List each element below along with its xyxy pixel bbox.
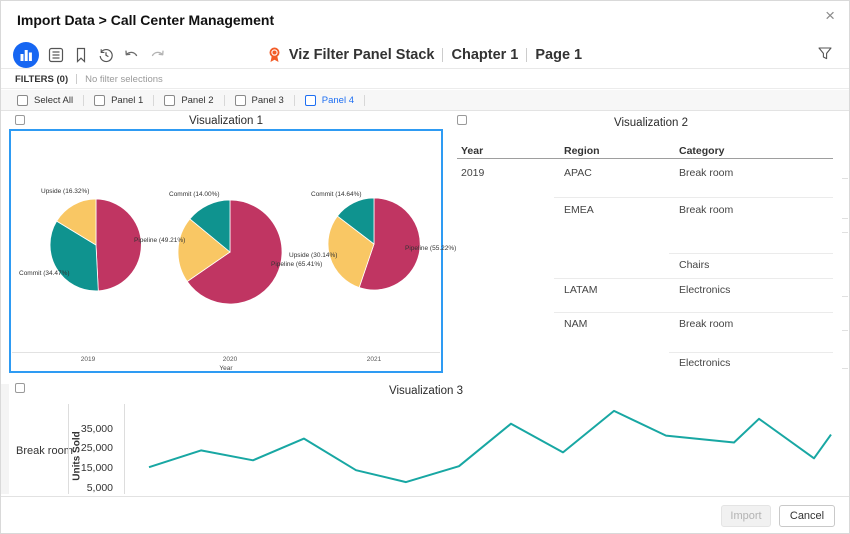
table-row-separator [669,352,833,353]
viz3-y-tick-label: 35,000 [59,423,113,435]
checkbox-icon[interactable] [164,95,175,106]
chapter-crumb[interactable]: Chapter 1 [451,47,518,63]
viz1-x-tick-label: 2021 [349,356,399,363]
table-cell[interactable]: Chairs [679,259,709,271]
filters-separator [76,74,77,84]
panel-checkbox-panel-1[interactable]: Panel 1 [94,95,143,106]
panel-checkbox-panel-2[interactable]: Panel 2 [164,95,213,106]
table-cell[interactable]: Break room [679,167,733,179]
panel-separator [153,95,154,106]
dialog-header: Import Data > Call Center Management × [1,1,849,41]
table-row-separator [554,197,833,198]
panel-separator [83,95,84,106]
panel-checkbox-panel-3[interactable]: Panel 3 [235,95,284,106]
table-cell[interactable]: NAM [564,318,587,330]
page-crumb[interactable]: Page 1 [535,47,582,63]
panel-separator [364,95,365,106]
viz3-line-panel[interactable]: Break room Units Sold 35,00025,00015,000… [1,401,850,494]
pie-slice-label: Upside (16.32%) [41,188,89,195]
table-right-tick [842,368,848,369]
pie-slice-label: Upside (30.14%) [289,252,337,259]
checkbox-icon[interactable] [94,95,105,106]
viz1-pie-panel[interactable]: Year Upside (16.32%) Pipeline (49.21%) Com… [9,129,443,373]
table-header-region: Region [564,145,600,157]
panel-selector-bar: Select All Panel 1 Panel 2 Panel 3 Panel 4 [1,90,849,111]
pie-slice-label: Pipeline (55.22%) [405,245,456,252]
viz3-y-tick-label: 15,000 [59,462,113,474]
title-separator [526,48,527,62]
filters-hint-text: No filter selections [85,74,163,85]
table-cell[interactable]: APAC [564,167,592,179]
panel-checkbox-select-all[interactable]: Select All [17,95,73,106]
dialog-title: Import Data > Call Center Management [17,12,274,28]
table-cell[interactable]: LATAM [564,284,597,296]
certified-ribbon-icon [268,47,281,63]
viz1-x-axis-title: Year [11,365,441,372]
viz1-title: Visualization 1 [9,115,443,127]
table-row-separator [554,312,833,313]
table-cell[interactable]: 2019 [461,167,484,179]
table-cell[interactable]: Break room [679,318,733,330]
table-header-year: Year [461,145,483,157]
filters-bar: FILTERS (0) No filter selections [1,70,849,89]
viz3-y-tick-label: 25,000 [59,442,113,454]
table-right-tick [842,218,848,219]
toolbar: Viz Filter Panel Stack Chapter 1 Page 1 [1,41,849,69]
pie-slice-label: Pipeline (49.21%) [134,237,185,244]
panel-separator [294,95,295,106]
pie-slice-label: Commit (34.47%) [19,270,70,277]
panel-label: Select All [34,95,73,106]
panel-label: Panel 3 [252,95,284,106]
pie-slice-label: Pipeline (65.41%) [271,261,322,268]
units-sold-line-series[interactable] [149,411,831,482]
table-right-tick [842,178,848,179]
close-icon[interactable]: × [825,5,835,27]
table-right-tick [842,296,848,297]
checkbox-icon[interactable] [235,95,246,106]
viz1-x-axis-line [12,352,440,353]
pie-slice-label: Commit (14.00%) [169,191,220,198]
table-cell[interactable]: Electronics [679,357,730,369]
dialog-footer: Import Cancel [1,496,849,533]
panel-label: Panel 2 [181,95,213,106]
table-right-tick [842,330,848,331]
cancel-button[interactable]: Cancel [779,505,835,527]
table-cell[interactable]: Electronics [679,284,730,296]
table-header-category: Category [679,145,725,157]
viz3-title: Visualization 3 [1,385,850,397]
table-right-tick [842,232,848,233]
import-button[interactable]: Import [721,505,771,527]
import-data-dialog: Import Data > Call Center Management × [0,0,850,534]
table-row-separator [669,253,833,254]
checkbox-icon[interactable] [305,95,316,106]
panel-label: Panel 4 [322,95,354,106]
viz1-x-tick-label: 2019 [63,356,113,363]
title-separator [442,48,443,62]
viz2-title: Visualization 2 [451,117,850,129]
table-row-separator [554,278,833,279]
dossier-title[interactable]: Viz Filter Panel Stack [289,47,435,63]
table-cell[interactable]: EMEA [564,204,594,216]
table-cell[interactable]: Break room [679,204,733,216]
line-chart-svg [1,401,850,494]
pie-slice-pipeline[interactable] [96,199,141,291]
panel-separator [224,95,225,106]
pie-charts-svg [11,131,441,371]
viz2-table-panel[interactable]: Visualization 2 Year Region Category 2019 AP… [451,111,850,376]
viz1-x-tick-label: 2020 [205,356,255,363]
pie-slice-label: Commit (14.64%) [311,191,362,198]
panel-label: Panel 1 [111,95,143,106]
filters-count-label: FILTERS (0) [15,74,68,85]
panel-checkbox-panel-4[interactable]: Panel 4 [305,95,354,106]
filter-funnel-icon[interactable] [817,46,833,61]
viz3-y-tick-label: 5,000 [59,482,113,494]
checkbox-icon[interactable] [17,95,28,106]
table-header-rule [457,158,833,159]
